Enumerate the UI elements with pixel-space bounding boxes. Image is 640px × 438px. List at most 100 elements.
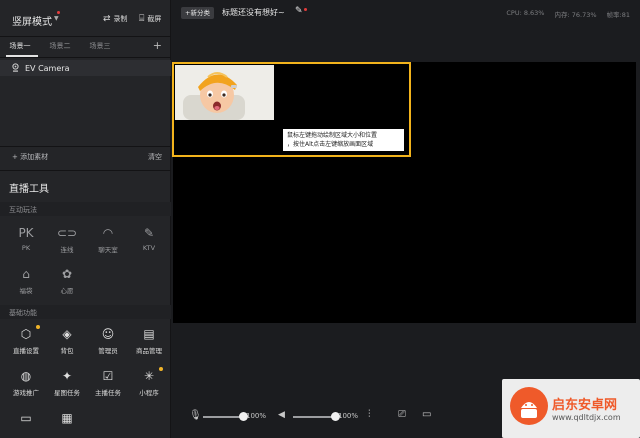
tool-settings-hex[interactable]: ⬡ 直播设置 bbox=[6, 325, 46, 355]
source-item-camera[interactable]: EV Camera bbox=[0, 60, 171, 76]
mini-program-icon: ✳ bbox=[143, 369, 155, 383]
tool-chat-room[interactable]: ◠ 聊天室 bbox=[88, 225, 128, 254]
title-red-dot bbox=[304, 8, 307, 11]
record-button[interactable]: ⇄ 录制 bbox=[103, 14, 128, 24]
memoji-avatar-illustration bbox=[175, 65, 274, 120]
new-badge bbox=[36, 325, 40, 329]
tool-label: 管理员 bbox=[98, 347, 118, 355]
backpack-icon: ◈ bbox=[62, 327, 72, 341]
tool-label: 小程序 bbox=[139, 389, 159, 397]
screenshot-button[interactable]: ⌸ 截屏 bbox=[139, 14, 161, 24]
tool-label: 连线 bbox=[60, 246, 74, 254]
section-interactive: 互动玩法 bbox=[0, 202, 171, 216]
add-material-button[interactable]: + 添加素材 bbox=[12, 152, 48, 162]
divider bbox=[0, 57, 171, 58]
tool-admin[interactable]: ☺ 管理员 bbox=[88, 326, 128, 355]
chevron-down-icon[interactable]: ▼ bbox=[54, 15, 59, 22]
mode-title[interactable]: 竖屏模式 bbox=[12, 13, 52, 28]
tool-label: 直播设置 bbox=[13, 347, 39, 355]
mixer-icon[interactable]: ⫶ bbox=[368, 409, 371, 420]
chat-room-icon: ◠ bbox=[102, 226, 114, 240]
clear-button[interactable]: 清空 bbox=[148, 152, 162, 162]
tool-label: 聊天室 bbox=[98, 246, 118, 254]
screenshot-icon: ⌸ bbox=[139, 14, 145, 24]
watermark-logo bbox=[510, 387, 548, 425]
speaker-volume-value: 100% bbox=[338, 412, 359, 420]
pk-icon: PK bbox=[18, 226, 34, 240]
watermark-url: www.qdltdjx.com bbox=[552, 413, 621, 422]
frame-rate-stat: 帧率:81 bbox=[606, 11, 630, 19]
star-map-icon: ✦ bbox=[61, 369, 73, 383]
tool-label: PK bbox=[21, 244, 31, 252]
new-category-button[interactable]: +新分类 bbox=[181, 7, 214, 19]
tool-label: 商品管理 bbox=[136, 347, 162, 355]
tool-microphone[interactable]: ✎ KTV bbox=[129, 225, 169, 252]
performance-stats: CPU: 8.63% 内存: 76.73% 帧率:81 bbox=[506, 9, 630, 19]
tool-label: KTV bbox=[142, 244, 156, 252]
wish-icon: ✿ bbox=[61, 267, 73, 281]
camera-feed-image bbox=[175, 65, 274, 120]
camera-icon[interactable]: ⎚ bbox=[398, 409, 406, 420]
screen-share-icon: ▭ bbox=[20, 411, 32, 425]
divider bbox=[0, 146, 171, 147]
lucky-bag-icon: ⌂ bbox=[22, 267, 30, 281]
preview-tip: 鼠标左键拖动绘制区域大小和位置 ，按住Alt点击左键缩放画面区域 bbox=[283, 129, 404, 151]
tool-label: 星图任务 bbox=[54, 389, 80, 397]
tool-label: 主播任务 bbox=[95, 389, 121, 397]
watermark-name: 启东安卓网 bbox=[552, 398, 618, 413]
admin-icon: ☺ bbox=[101, 327, 115, 341]
tool-label: 福袋 bbox=[19, 287, 33, 295]
task-check-icon: ☑ bbox=[102, 369, 114, 383]
panel-header: 竖屏模式 ▼ ⇄ 录制 ⌸ 截屏 bbox=[0, 0, 171, 36]
tab-scene-3[interactable]: 场景三 bbox=[80, 41, 120, 51]
edit-icon[interactable]: ✎ bbox=[295, 6, 303, 16]
tool-wish[interactable]: ✿ 心愿 bbox=[47, 266, 87, 295]
camera-source-icon bbox=[12, 63, 19, 73]
video-icon[interactable]: ▭ bbox=[422, 409, 431, 420]
section-basic: 基础功能 bbox=[0, 305, 171, 319]
speaker-volume-slider[interactable] bbox=[293, 416, 335, 418]
microphone-icon: ✎ bbox=[143, 226, 155, 240]
screenshot-label: 截屏 bbox=[147, 15, 162, 23]
top-bar: +新分类 标题还没有想好~ ✎ CPU: 8.63% 内存: 76.73% 帧率… bbox=[172, 0, 640, 26]
android-icon bbox=[521, 402, 537, 418]
tip-line: 鼠标左键拖动绘制区域大小和位置 bbox=[287, 132, 378, 139]
gamepad-icon: ◍ bbox=[20, 369, 32, 383]
tool-mini-program[interactable]: ✳ 小程序 bbox=[129, 367, 169, 397]
tool-label: 游戏推广 bbox=[13, 389, 39, 397]
mode-red-dot bbox=[57, 11, 60, 14]
mic-volume-slider[interactable] bbox=[203, 416, 243, 418]
divider bbox=[0, 36, 171, 37]
tool-layout[interactable]: ▦ bbox=[47, 410, 87, 429]
section-label: 基础功能 bbox=[9, 309, 37, 317]
tool-star-map[interactable]: ✦ 星图任务 bbox=[47, 368, 87, 397]
shop-icon: ▤ bbox=[143, 327, 155, 341]
layout-icon: ▦ bbox=[61, 411, 73, 425]
tools-title: 直播工具 bbox=[9, 184, 49, 195]
tool-gamepad[interactable]: ◍ 游戏推广 bbox=[6, 368, 46, 397]
speaker-icon[interactable]: ◀︎ bbox=[278, 410, 285, 420]
memory-stat: 内存: 76.73% bbox=[554, 11, 597, 19]
section-label: 互动玩法 bbox=[9, 206, 37, 214]
tool-task-check[interactable]: ☑ 主播任务 bbox=[88, 368, 128, 397]
record-icon: ⇄ bbox=[103, 14, 111, 24]
tool-backpack[interactable]: ◈ 背包 bbox=[47, 326, 87, 355]
mic-volume-value: 100% bbox=[246, 412, 267, 420]
new-badge bbox=[159, 367, 163, 371]
left-panel: 竖屏模式 ▼ ⇄ 录制 ⌸ 截屏 场景一 场景二 场景三 + EV Camera… bbox=[0, 0, 171, 438]
site-watermark: 启东安卓网 www.qdltdjx.com bbox=[502, 379, 640, 438]
tab-scene-2[interactable]: 场景二 bbox=[40, 41, 80, 51]
microphone-icon[interactable]: 🎙︎ bbox=[189, 410, 202, 421]
tool-screen-share[interactable]: ▭ bbox=[6, 410, 46, 429]
source-label: EV Camera bbox=[25, 63, 70, 73]
tool-pk[interactable]: PK PK bbox=[6, 225, 46, 252]
tool-label: 背包 bbox=[60, 347, 74, 355]
live-title[interactable]: 标题还没有想好~ bbox=[222, 7, 285, 18]
tab-scene-1[interactable]: 场景一 bbox=[0, 41, 40, 51]
link-icon: ⊂⊃ bbox=[56, 226, 78, 240]
add-scene-icon[interactable]: + bbox=[153, 39, 162, 52]
tool-label: 心愿 bbox=[60, 287, 74, 295]
tool-link[interactable]: ⊂⊃ 连线 bbox=[47, 225, 87, 254]
tool-lucky-bag[interactable]: ⌂ 福袋 bbox=[6, 266, 46, 295]
tool-shop[interactable]: ▤ 商品管理 bbox=[129, 326, 169, 355]
